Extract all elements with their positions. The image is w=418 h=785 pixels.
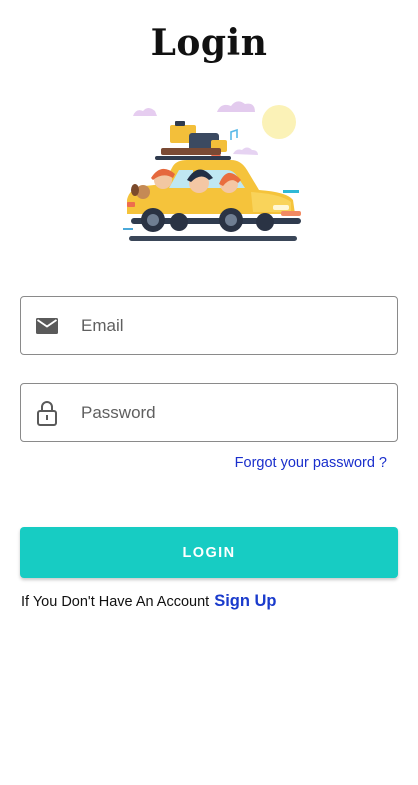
forgot-password-link[interactable]: Forgot your password ? — [235, 455, 387, 471]
login-button[interactable]: LOGIN — [20, 527, 398, 578]
signup-prompt-text: If You Don't Have An Account — [21, 594, 210, 610]
password-field[interactable] — [20, 383, 398, 442]
mail-icon — [35, 314, 59, 338]
page-title: Login — [150, 22, 268, 64]
email-field[interactable] — [20, 296, 398, 355]
signup-link[interactable]: Sign Up — [214, 592, 276, 611]
password-input[interactable] — [81, 392, 371, 433]
lock-icon — [35, 400, 59, 426]
signup-prompt-row: If You Don't Have An Account Sign Up — [21, 592, 277, 611]
family-car-trip-illustration — [123, 101, 301, 241]
email-input[interactable] — [81, 305, 371, 346]
